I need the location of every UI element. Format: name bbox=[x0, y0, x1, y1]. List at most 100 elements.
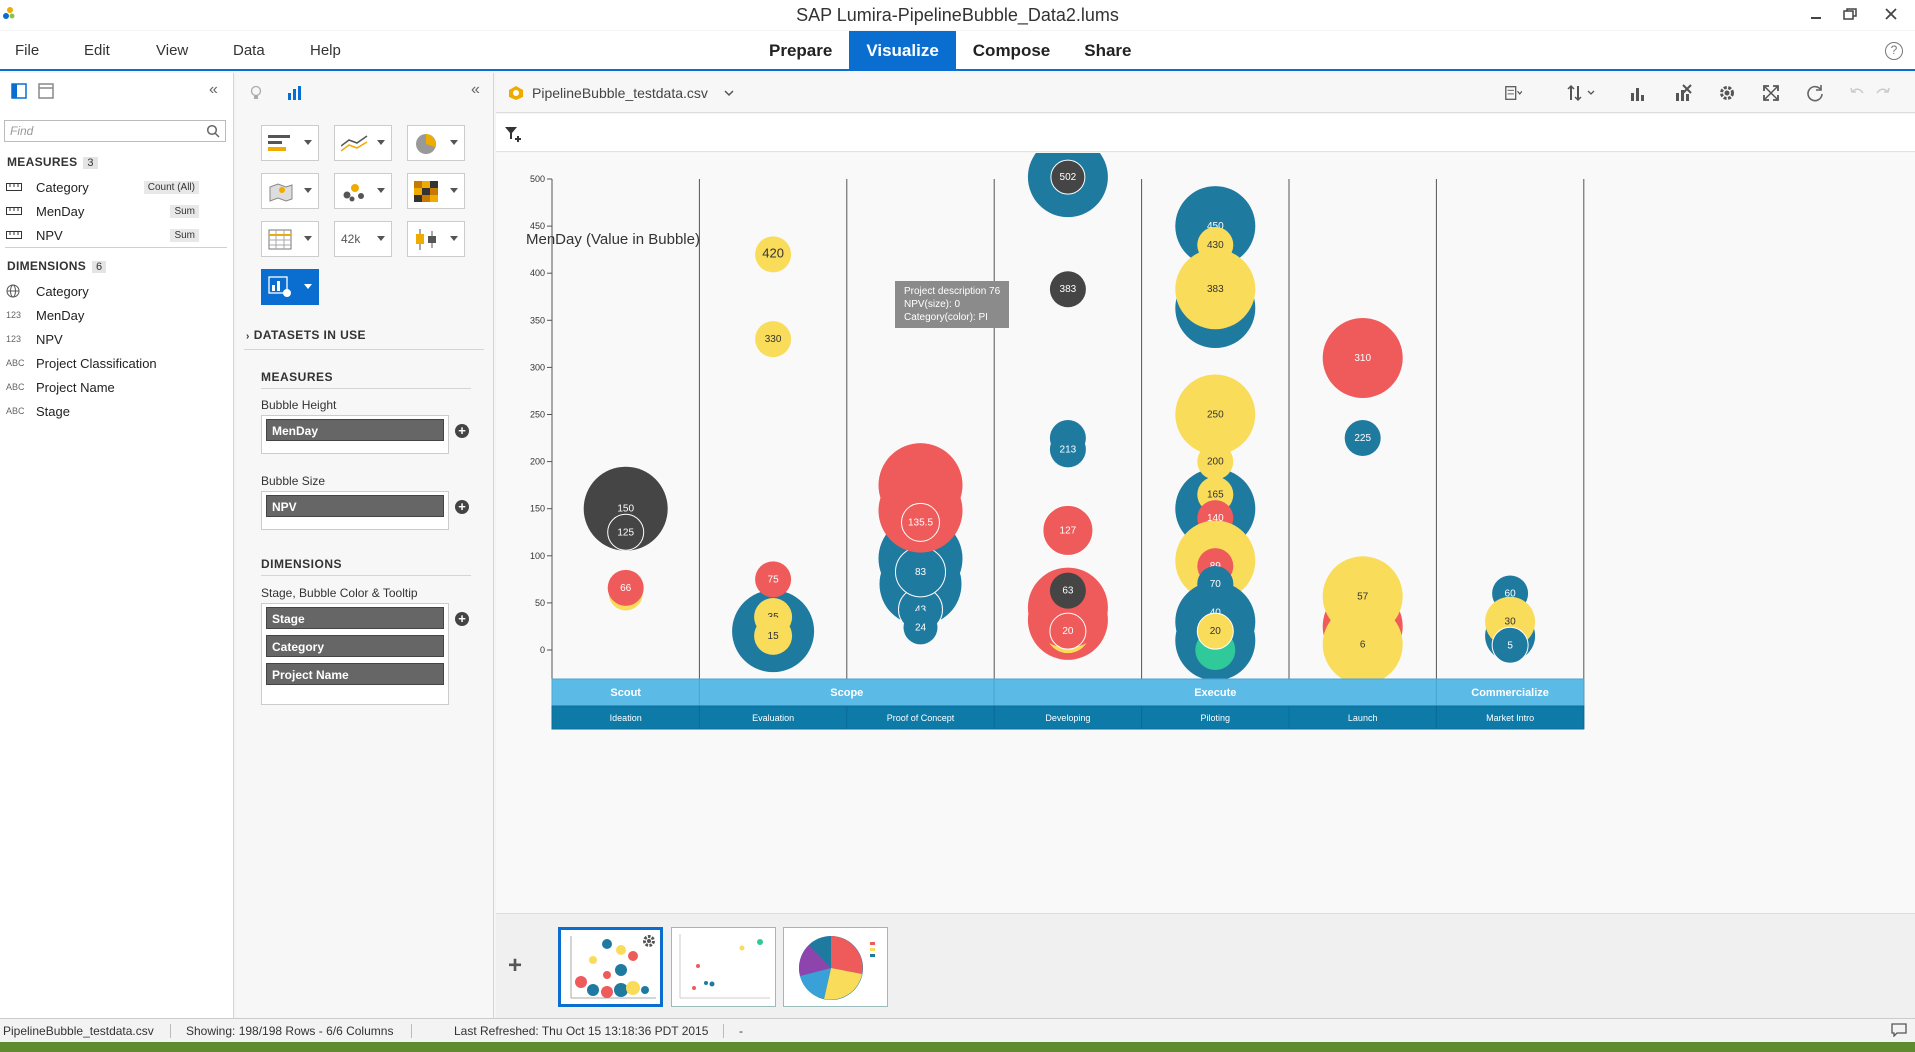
menu-file[interactable]: File bbox=[15, 42, 39, 59]
measures-count: 3 bbox=[83, 157, 98, 169]
measure-item[interactable]: Category Count (All) bbox=[6, 177, 226, 197]
stage-label: Developing bbox=[1045, 713, 1090, 723]
rank-icon[interactable] bbox=[1629, 84, 1647, 102]
bubble-size-dropzone[interactable]: NPV bbox=[261, 491, 449, 530]
menu-view[interactable]: View bbox=[156, 42, 188, 59]
tooltip-line: Project description 76 bbox=[904, 286, 1001, 297]
visualization-thumbnail[interactable] bbox=[558, 927, 663, 1007]
dimension-item[interactable]: 123 NPV bbox=[6, 329, 226, 349]
category-field-pill[interactable]: Category bbox=[266, 635, 444, 657]
dimension-item[interactable]: ABC Project Name bbox=[6, 377, 226, 397]
dimension-item[interactable]: 123 MenDay bbox=[6, 305, 226, 325]
box-plot-icon bbox=[416, 229, 436, 250]
bubble-value-label: 383 bbox=[1207, 284, 1224, 295]
bubble-chart[interactable]: MenDay (Value in Bubble)0501001502002503… bbox=[496, 137, 1915, 913]
chart-builder-icon[interactable] bbox=[287, 85, 303, 101]
y-tick-label: 500 bbox=[530, 174, 545, 184]
menu-edit[interactable]: Edit bbox=[84, 42, 110, 59]
bubble-height-dropzone[interactable]: MenDay bbox=[261, 415, 449, 454]
add-bubble-size-button[interactable]: + bbox=[455, 500, 469, 514]
dimension-item[interactable]: ABC Project Classification bbox=[6, 353, 226, 373]
visualization-thumbnail[interactable] bbox=[783, 927, 888, 1007]
search-input[interactable]: Find bbox=[4, 120, 226, 142]
chart-type-heatmap[interactable] bbox=[407, 173, 465, 209]
refresh-icon[interactable] bbox=[1806, 84, 1824, 102]
measure-label: MenDay bbox=[36, 203, 85, 219]
dimension-dropzone[interactable]: Stage Category Project Name bbox=[261, 603, 449, 705]
tab-prepare[interactable]: Prepare bbox=[752, 31, 849, 71]
dataset-name[interactable]: PipelineBubble_testdata.csv bbox=[532, 85, 708, 101]
text-type-icon: ABC bbox=[6, 406, 25, 416]
bubble-value-label: 213 bbox=[1060, 444, 1077, 455]
chart-type-bar[interactable] bbox=[261, 125, 319, 161]
exclude-icon[interactable] bbox=[1674, 84, 1692, 102]
close-button[interactable] bbox=[1867, 0, 1915, 28]
datasets-in-use-toggle[interactable]: › DATASETS IN USE bbox=[246, 328, 366, 342]
stage-field-pill[interactable]: Stage bbox=[266, 607, 444, 629]
dimension-item[interactable]: Category bbox=[6, 281, 226, 301]
chart-type-scatter[interactable] bbox=[334, 173, 392, 209]
close-icon bbox=[1885, 8, 1897, 20]
tab-compose[interactable]: Compose bbox=[956, 31, 1067, 71]
chart-type-pie[interactable] bbox=[407, 125, 465, 161]
measure-item[interactable]: NPV Sum bbox=[6, 225, 226, 245]
aggregation-badge: Sum bbox=[170, 228, 199, 242]
dataset-dropdown-chevron-down-icon[interactable] bbox=[724, 85, 734, 103]
measure-item[interactable]: MenDay Sum bbox=[6, 201, 226, 221]
chart-type-geo[interactable] bbox=[261, 173, 319, 209]
chart-type-table[interactable] bbox=[261, 221, 319, 257]
stage-label: Proof of Concept bbox=[887, 713, 955, 723]
redo-icon[interactable] bbox=[1874, 84, 1892, 102]
tab-visualize[interactable]: Visualize bbox=[849, 31, 956, 71]
dataset-icon bbox=[509, 86, 523, 100]
chart-type-numeric-point[interactable]: 42k bbox=[334, 221, 392, 257]
y-tick-label: 450 bbox=[530, 221, 545, 231]
bubble-value-label: 420 bbox=[762, 245, 784, 260]
thumbnail-settings-gear-icon[interactable] bbox=[641, 933, 657, 949]
maximize-button[interactable] bbox=[1833, 0, 1867, 28]
collapse-panel-icon[interactable]: « bbox=[209, 81, 218, 99]
sort-icon[interactable] bbox=[1566, 84, 1600, 102]
dimension-label: Project Name bbox=[36, 379, 115, 395]
panel-layout-icon[interactable] bbox=[11, 83, 27, 99]
project-name-field-pill[interactable]: Project Name bbox=[266, 663, 444, 685]
add-filter-icon[interactable] bbox=[504, 126, 522, 144]
undo-icon[interactable] bbox=[1848, 84, 1866, 102]
panel-alt-layout-icon[interactable] bbox=[38, 83, 54, 99]
stage-group-label: Scout bbox=[610, 687, 641, 699]
bubble-height-field-pill[interactable]: MenDay bbox=[266, 419, 444, 441]
add-bubble-height-button[interactable]: + bbox=[455, 424, 469, 438]
chart-type-line[interactable] bbox=[334, 125, 392, 161]
bubble-value-label: 6 bbox=[1360, 639, 1366, 650]
divider bbox=[5, 247, 227, 248]
expand-icon[interactable] bbox=[1762, 84, 1780, 102]
add-visualization-plus-icon[interactable]: + bbox=[508, 952, 522, 980]
chart-type-custom-extension[interactable] bbox=[261, 269, 319, 305]
settings-gear-icon[interactable] bbox=[1718, 84, 1736, 102]
tab-share[interactable]: Share bbox=[1067, 31, 1148, 71]
menu-data[interactable]: Data bbox=[233, 42, 265, 59]
bubble-value-label: 225 bbox=[1354, 433, 1371, 444]
dimension-item[interactable]: ABC Stage bbox=[6, 401, 226, 421]
bubble-value-label: 250 bbox=[1207, 410, 1224, 421]
lightbulb-icon[interactable] bbox=[249, 85, 263, 101]
bubble-size-field-pill[interactable]: NPV bbox=[266, 495, 444, 517]
bubble-value-label: 5 bbox=[1507, 640, 1513, 651]
help-icon[interactable]: ? bbox=[1885, 42, 1903, 60]
y-tick-label: 0 bbox=[540, 645, 545, 655]
search-icon[interactable] bbox=[206, 124, 220, 143]
menu-help[interactable]: Help bbox=[310, 42, 341, 59]
add-dimension-button[interactable]: + bbox=[455, 612, 469, 626]
comment-icon[interactable] bbox=[1891, 1023, 1907, 1037]
chart-type-box-plot[interactable] bbox=[407, 221, 465, 257]
collapse-builder-icon[interactable]: « bbox=[471, 81, 480, 99]
minimize-button[interactable] bbox=[1799, 0, 1833, 28]
status-separator: - bbox=[723, 1024, 743, 1038]
visualization-thumbnail[interactable] bbox=[671, 927, 776, 1007]
chart-builder-panel: « 42k › DATASETS IN USE MEASURES Bubble H… bbox=[236, 73, 494, 1018]
chart-options-icon[interactable] bbox=[1504, 84, 1522, 102]
dimensions-section-label: DIMENSIONS bbox=[261, 557, 343, 571]
pie-thumbnail-icon bbox=[799, 936, 875, 1000]
geo-map-icon bbox=[269, 183, 293, 202]
status-bar: PipelineBubble_testdata.csv Showing: 198… bbox=[0, 1018, 1915, 1042]
